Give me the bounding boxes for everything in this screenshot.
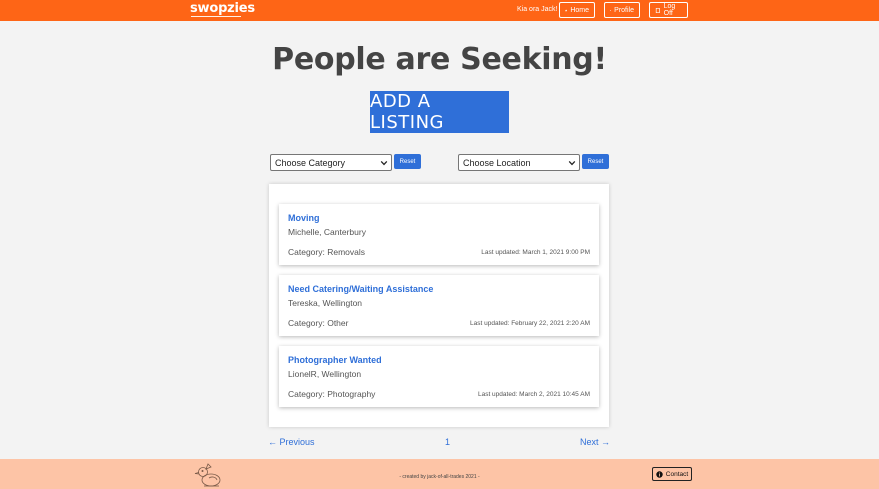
listing-author: Tereska, Wellington xyxy=(288,298,363,308)
listing-category: Category: Other xyxy=(288,318,349,328)
location-reset-button[interactable]: Reset xyxy=(582,154,609,169)
chevron-down-icon xyxy=(380,160,388,166)
listing-card[interactable]: Need Catering/Waiting Assistance Tereska… xyxy=(279,275,599,336)
listing-title[interactable]: Need Catering/Waiting Assistance xyxy=(288,284,433,294)
next-page-link[interactable]: Next → xyxy=(580,437,610,447)
current-page-number[interactable]: 1 xyxy=(445,437,450,447)
site-logo[interactable]: swopzies xyxy=(190,1,255,16)
listing-card[interactable]: Moving Michelle, Canterbury Category: Re… xyxy=(279,204,599,265)
listing-title[interactable]: Moving xyxy=(288,213,320,223)
profile-button-label: Profile xyxy=(614,6,634,14)
listing-updated: Last updated: March 2, 2021 10:45 AM xyxy=(477,391,590,398)
top-navbar: swopzies Kia ora Jack! Home Profile Log … xyxy=(0,0,879,21)
listing-updated: Last updated: March 1, 2021 9:00 PM xyxy=(481,249,590,256)
listing-category: Category: Removals xyxy=(288,247,366,257)
home-button[interactable]: Home xyxy=(559,2,595,18)
listing-author: LionelR, Wellington xyxy=(288,369,362,379)
previous-page-link[interactable]: ← Previous xyxy=(268,437,315,447)
category-select-value: Choose Category xyxy=(275,157,346,168)
logoff-button[interactable]: Log Off xyxy=(649,2,688,18)
info-icon xyxy=(656,470,663,478)
logo-underline xyxy=(191,16,241,17)
profile-icon xyxy=(610,9,611,11)
listing-author: Michelle, Canterbury xyxy=(288,227,366,237)
page-title: People are Seeking! xyxy=(272,42,607,77)
location-select[interactable]: Choose Location xyxy=(458,154,580,171)
footer-credit: - created by jack-of-all-trades 2021 - xyxy=(399,474,480,480)
contact-button-label: Contact xyxy=(665,470,689,478)
location-select-value: Choose Location xyxy=(463,157,531,168)
home-button-label: Home xyxy=(570,6,589,14)
footer: - created by jack-of-all-trades 2021 - C… xyxy=(0,459,879,489)
category-reset-button[interactable]: Reset xyxy=(394,154,421,169)
listings-panel: Moving Michelle, Canterbury Category: Re… xyxy=(269,184,609,427)
listing-updated: Last updated: February 22, 2021 2:20 AM xyxy=(470,320,590,327)
home-icon xyxy=(565,9,568,11)
logoff-icon xyxy=(655,7,660,13)
logoff-button-label: Log Off xyxy=(663,3,676,17)
add-listing-button[interactable]: ADD A LISTING xyxy=(370,91,509,133)
chevron-down-icon xyxy=(568,160,576,166)
listing-title[interactable]: Photographer Wanted xyxy=(288,355,382,365)
category-select[interactable]: Choose Category xyxy=(270,154,392,171)
profile-button[interactable]: Profile xyxy=(604,2,640,18)
listing-card[interactable]: Photographer Wanted LionelR, Wellington … xyxy=(279,346,599,407)
listing-category: Category: Photography xyxy=(288,389,376,399)
contact-button[interactable]: Contact xyxy=(652,467,692,481)
user-greeting: Kia ora Jack! xyxy=(517,6,558,13)
